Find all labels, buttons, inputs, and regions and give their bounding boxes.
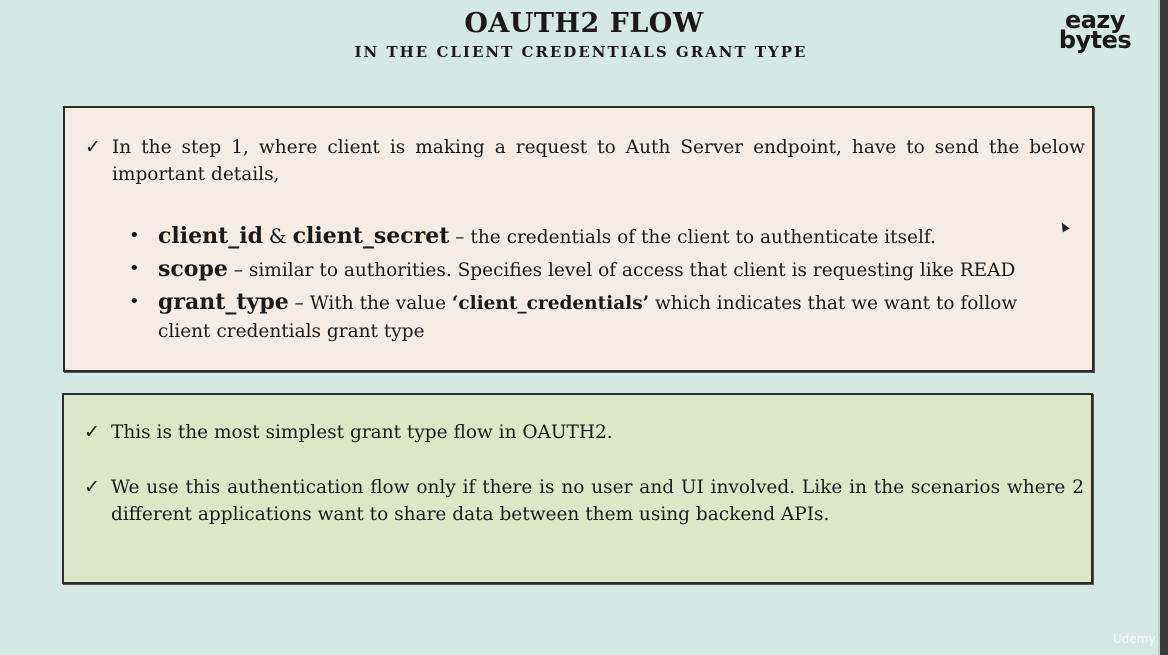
list-item-scope: • scope – similar to authorities. Specif… — [129, 255, 1089, 285]
flow-notes-box: ✓ This is the most simplest grant type f… — [62, 393, 1093, 584]
bullet-icon: • — [129, 291, 140, 312]
term-scope: scope — [158, 256, 228, 282]
term-client-secret: client_secret — [292, 223, 450, 249]
term-joiner: & — [268, 224, 287, 248]
intro-text: In the step 1, where client is making a … — [112, 137, 1085, 185]
value-client-credentials: ‘client_credentials’ — [451, 293, 650, 314]
request-details-box: ✓ In the step 1, where client is making … — [63, 106, 1094, 372]
list-item-grant-type: • grant_type – With the value ‘client_cr… — [129, 288, 1089, 346]
list-item-client-credentials: • client_id & client_secret – the creden… — [129, 222, 1089, 252]
slide-subtitle: IN THE CLIENT CREDENTIALS GRANT TYPE — [354, 43, 808, 61]
checkmark-icon: ✓ — [84, 476, 100, 498]
udemy-watermark: Udemy — [1113, 632, 1156, 646]
note-simplest-flow: This is the most simplest grant type flo… — [111, 422, 613, 443]
checkmark-icon: ✓ — [84, 421, 100, 443]
note-usage-scenario: We use this authentication flow only if … — [111, 477, 1084, 525]
term-client-id: client_id — [158, 223, 264, 249]
window-edge — [1160, 0, 1168, 655]
slide-title: OAUTH2 FLOW — [464, 8, 704, 39]
bullet-icon: • — [129, 258, 140, 279]
description-grant-type-before: – With the value — [294, 293, 447, 314]
description-client-credentials: – the credentials of the client to authe… — [455, 227, 936, 248]
description-scope: – similar to authorities. Specifies leve… — [233, 260, 1016, 281]
bullet-icon: • — [129, 225, 140, 246]
check-item-intro: ✓ In the step 1, where client is making … — [85, 134, 1085, 188]
check-item-usage: ✓ We use this authentication flow only i… — [84, 474, 1084, 528]
eazybytes-logo: eazy bytes — [1054, 8, 1136, 54]
check-item-simplest: ✓ This is the most simplest grant type f… — [84, 419, 1084, 446]
checkmark-icon: ✓ — [85, 136, 101, 158]
parameter-list: • client_id & client_secret – the creden… — [129, 222, 1089, 349]
logo-line-2: bytes — [1058, 26, 1132, 54]
term-grant-type: grant_type — [158, 289, 289, 315]
